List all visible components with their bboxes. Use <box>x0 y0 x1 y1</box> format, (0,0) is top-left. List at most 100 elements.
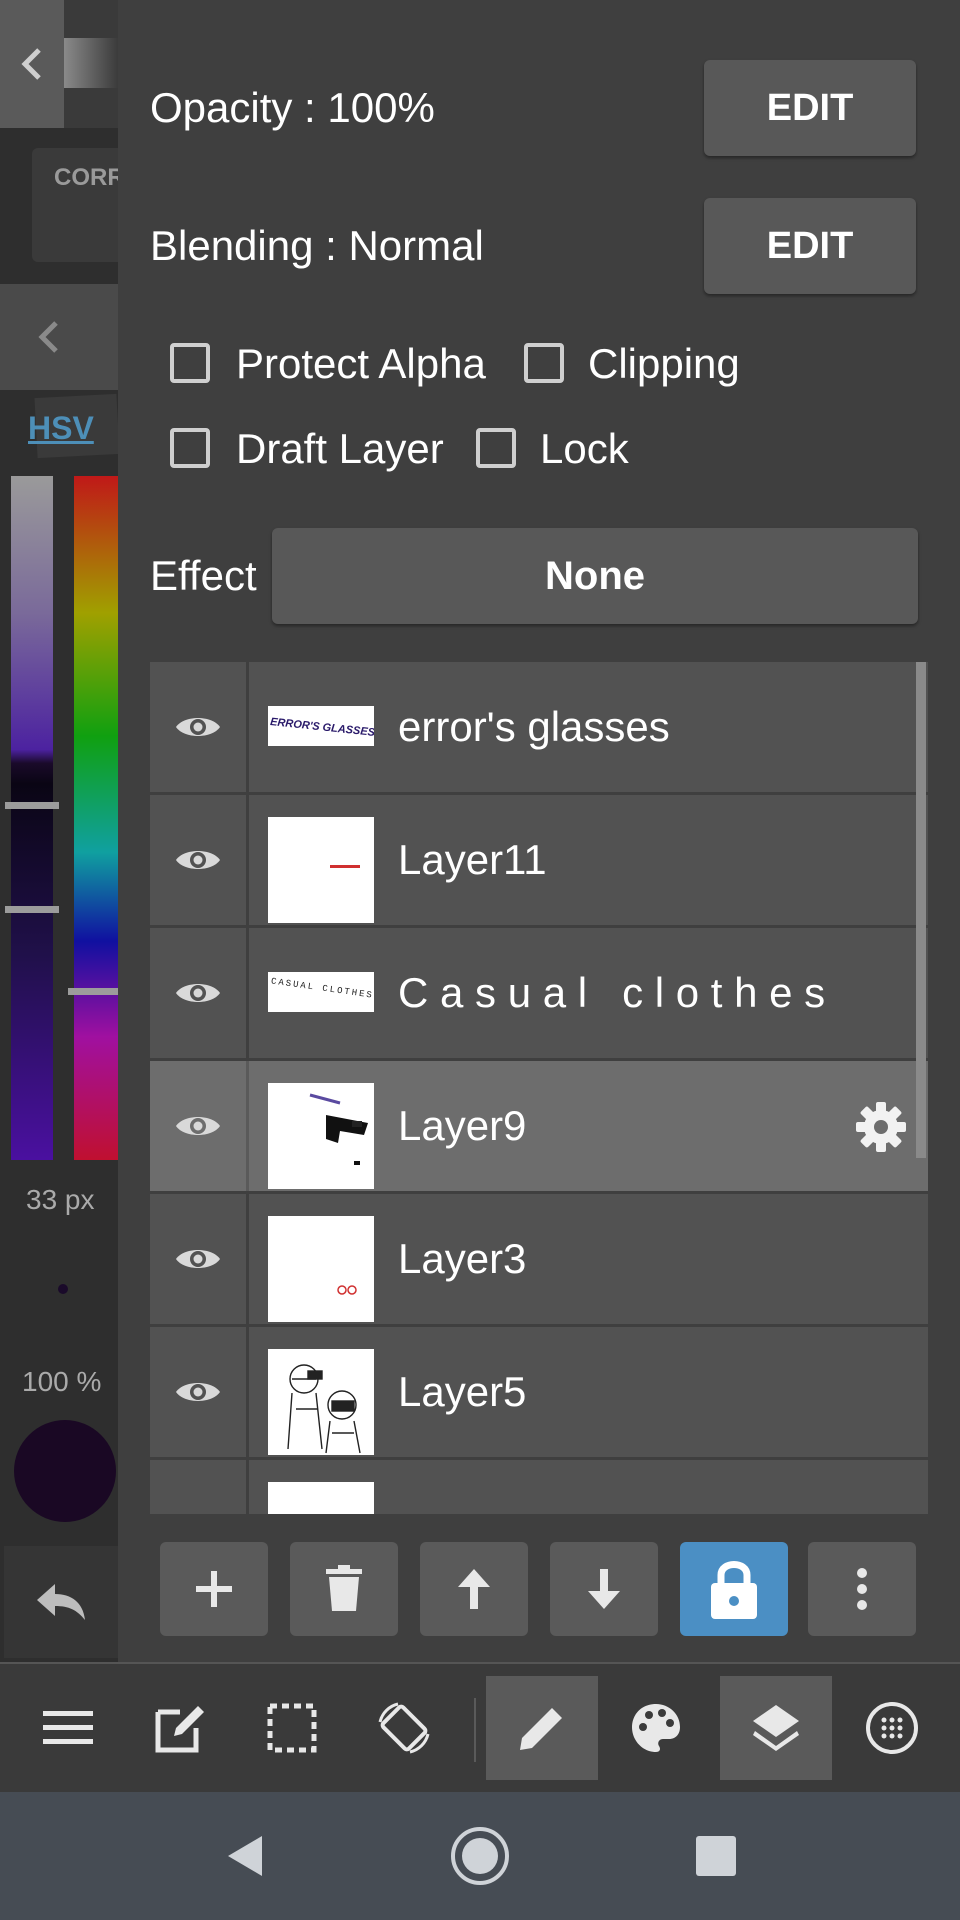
protect-alpha-label: Protect Alpha <box>236 340 486 387</box>
chevron-left-icon <box>38 321 58 353</box>
lock-icon <box>711 1561 757 1619</box>
layer-thumbnail: ERROR'S GLASSES <box>268 706 374 746</box>
nav-back-button[interactable] <box>206 1822 282 1890</box>
layer-row[interactable]: Layer3 <box>150 1194 928 1324</box>
protect-alpha-checkbox[interactable] <box>170 343 210 383</box>
layer-row-partial[interactable] <box>150 1460 928 1514</box>
add-layer-button[interactable] <box>160 1542 268 1636</box>
layer-name: Layer9 <box>398 1102 527 1149</box>
visibility-toggle[interactable] <box>150 1194 249 1324</box>
layer-name: error's glasses <box>398 703 670 750</box>
hsv-tab[interactable]: HSV <box>28 410 94 447</box>
slider-handle[interactable] <box>5 802 59 809</box>
brush-size-label: 33 px <box>26 1184 95 1215</box>
saturation-value-slider[interactable] <box>11 476 53 1160</box>
layer-name: C a s u a l c l o t h e s <box>398 969 826 1016</box>
layer-thumbnail <box>268 817 374 923</box>
delete-layer-button[interactable] <box>290 1542 398 1636</box>
brush-opacity-label: 100 % <box>22 1366 102 1397</box>
layer-name: Layer3 <box>398 1235 527 1282</box>
arrow-up-icon <box>458 1569 490 1609</box>
move-layer-down-button[interactable] <box>550 1542 658 1636</box>
opacity-edit-button[interactable]: EDIT <box>704 60 916 156</box>
layer-name: Layer11 <box>398 836 547 883</box>
layer-row[interactable]: ERROR'S GLASSES error's glasses <box>150 662 928 792</box>
correction-label: CORR <box>54 164 125 191</box>
brush-size-preview <box>58 1284 68 1294</box>
layer-thumbnail: CASUAL CLOTHES <box>268 972 374 1012</box>
layer-thumbnail <box>268 1216 374 1322</box>
collapse-panel-button[interactable] <box>0 0 64 128</box>
layer-row[interactable]: Layer11 <box>150 795 928 925</box>
blending-edit-button[interactable]: EDIT <box>704 198 916 294</box>
materials-button[interactable] <box>836 1676 948 1780</box>
eye-icon <box>176 984 220 1002</box>
rotate-canvas-button[interactable] <box>348 1676 460 1780</box>
nav-home-button[interactable] <box>442 1822 518 1890</box>
blending-label: Blending : Normal <box>150 222 484 269</box>
layer-settings-button[interactable] <box>854 1100 908 1159</box>
layer-name: Layer5 <box>398 1368 527 1415</box>
visibility-toggle[interactable] <box>150 662 249 792</box>
clipping-label: Clipping <box>588 340 740 387</box>
eye-icon <box>176 1117 220 1135</box>
trash-icon <box>326 1565 362 1611</box>
gear-icon <box>856 1102 906 1152</box>
hue-slider-handle[interactable] <box>68 988 118 995</box>
toolbar-divider <box>474 1698 476 1762</box>
grid-circle-icon <box>866 1702 918 1754</box>
layer-list-scrollbar[interactable] <box>916 662 926 1158</box>
chevron-left-icon <box>21 48 41 80</box>
layer-thumbnail <box>268 1482 374 1514</box>
eye-icon <box>176 1250 220 1268</box>
selection-icon <box>267 1703 317 1753</box>
visibility-toggle[interactable] <box>150 795 249 925</box>
palette-icon <box>632 1704 680 1752</box>
brush-preview <box>64 38 118 88</box>
current-color-swatch[interactable] <box>14 1420 116 1522</box>
edit-canvas-button[interactable] <box>124 1676 236 1780</box>
effect-select-button[interactable]: None <box>272 528 918 624</box>
visibility-toggle[interactable] <box>150 1327 249 1457</box>
eye-icon <box>176 1383 220 1401</box>
visibility-toggle[interactable] <box>150 1061 249 1191</box>
visibility-toggle[interactable] <box>150 928 249 1058</box>
layer-list[interactable]: ERROR'S GLASSES error's glasses Layer11 … <box>150 662 928 1514</box>
move-layer-up-button[interactable] <box>420 1542 528 1636</box>
color-palette-button[interactable] <box>600 1676 712 1780</box>
layer-lock-toggle[interactable] <box>680 1542 788 1636</box>
color-panel-collapse-button[interactable] <box>0 284 118 390</box>
eye-icon <box>176 851 220 869</box>
rotate-screen-icon <box>378 1702 430 1754</box>
arrow-down-icon <box>588 1569 620 1609</box>
layer-thumbnail <box>268 1349 374 1455</box>
lock-checkbox[interactable] <box>476 428 516 468</box>
eye-icon <box>176 718 220 736</box>
slider-handle[interactable] <box>5 906 59 913</box>
menu-button[interactable] <box>12 1676 124 1780</box>
back-triangle-icon <box>228 1836 262 1876</box>
layer-row-selected[interactable]: Layer9 <box>150 1061 928 1191</box>
more-options-button[interactable] <box>808 1542 916 1636</box>
undo-icon <box>37 1584 85 1620</box>
recents-square-icon <box>696 1836 736 1876</box>
undo-button[interactable] <box>4 1546 118 1658</box>
effect-label: Effect <box>150 552 257 599</box>
opacity-label: Opacity : 100% <box>150 84 435 131</box>
pencil-icon <box>520 1708 562 1750</box>
layer-thumbnail <box>268 1083 374 1189</box>
clipping-checkbox[interactable] <box>524 343 564 383</box>
visibility-toggle[interactable] <box>150 1460 249 1514</box>
layer-row[interactable]: Layer5 <box>150 1327 928 1457</box>
layer-row[interactable]: CASUAL CLOTHES C a s u a l c l o t h e s <box>150 928 928 1058</box>
layers-icon <box>753 1705 799 1751</box>
nav-recents-button[interactable] <box>678 1822 754 1890</box>
pen-tool-button[interactable] <box>486 1676 598 1780</box>
menu-icon <box>43 1711 93 1744</box>
svg-text:CASUAL CLOTHES: CASUAL CLOTHES <box>270 976 374 1000</box>
layers-button[interactable] <box>720 1676 832 1780</box>
home-circle-icon <box>451 1827 509 1885</box>
draft-layer-checkbox[interactable] <box>170 428 210 468</box>
hue-slider[interactable] <box>74 476 118 1160</box>
selection-tool-button[interactable] <box>236 1676 348 1780</box>
